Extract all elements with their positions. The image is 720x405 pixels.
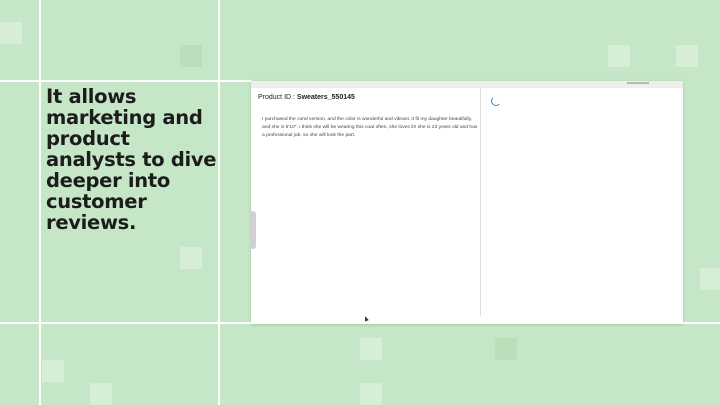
background-tile xyxy=(608,45,630,67)
background-tile xyxy=(90,383,112,405)
top-bar-handle[interactable] xyxy=(627,82,649,84)
product-id-line: Product ID : Sweaters_550145 xyxy=(258,94,355,101)
headline-text: It allows marketing and product analysts… xyxy=(46,85,217,234)
background-tile xyxy=(0,22,22,44)
background-tile xyxy=(180,45,202,67)
loading-spinner-icon xyxy=(491,96,501,106)
background-tile xyxy=(676,45,698,67)
analysis-pane xyxy=(481,88,683,324)
window-top-bar xyxy=(251,81,683,88)
review-viewer-window: Product ID : Sweaters_550145 I purchased… xyxy=(251,81,683,324)
product-id-value: Sweaters_550145 xyxy=(296,94,355,101)
background-tile xyxy=(360,383,382,405)
background-tile xyxy=(700,268,720,290)
grid-line-horizontal xyxy=(0,80,251,82)
background-tile xyxy=(360,338,382,360)
background-tile xyxy=(180,247,202,269)
background-tile xyxy=(42,360,64,382)
product-id-label: Product ID : xyxy=(258,94,297,101)
review-text: I purchased the coral version, and the c… xyxy=(262,117,478,138)
background-tile xyxy=(495,338,517,360)
grid-line-vertical xyxy=(39,0,41,405)
review-pane: Product ID : Sweaters_550145 I purchased… xyxy=(251,88,479,324)
side-panel-handle[interactable] xyxy=(250,211,256,249)
